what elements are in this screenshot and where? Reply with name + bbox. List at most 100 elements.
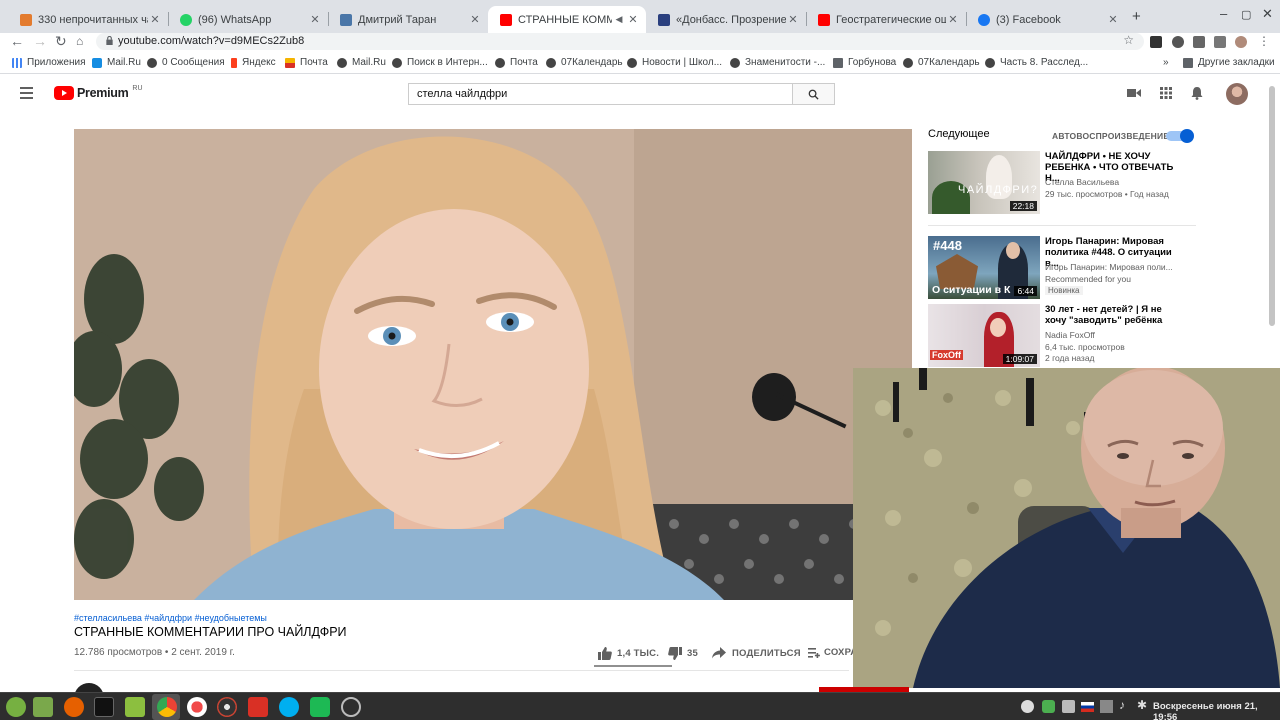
like-button[interactable]: 1,4 ТЫС. [598,647,659,660]
tab-donbass[interactable]: «Донбасс. Прозрение.» Сбор ✕ [646,6,806,33]
reload-button[interactable]: ↻ [55,33,67,50]
bookmark-item[interactable]: Почта [285,57,328,68]
close-icon[interactable]: ✕ [1106,13,1120,26]
dislike-button[interactable]: 35 [668,647,698,660]
apps-grid-icon[interactable] [1160,87,1172,99]
new-tab-button[interactable]: + [1132,8,1141,25]
close-icon[interactable]: ✕ [786,13,800,26]
minimize-button[interactable]: – [1220,6,1227,21]
tab-facebook[interactable]: (3) Facebook ✕ [966,6,1126,33]
video-thumbnail[interactable]: FoxOff 1:09:07 [928,304,1040,367]
terminal-icon[interactable] [94,697,114,717]
obs-tray-icon[interactable] [1021,700,1034,713]
youtube-premium-logo[interactable]: Premium RU [54,85,143,100]
address-bar[interactable]: youtube.com/watch?v=d9MECs2Zub8 ☆ [96,33,1144,50]
close-icon[interactable]: ✕ [946,13,960,26]
bookmark-item[interactable]: 07Календарь [546,57,623,68]
files-folder-icon[interactable] [125,697,145,717]
like-count: 1,4 ТЫС. [617,648,660,659]
bookmark-folder[interactable]: Горбунова [833,57,896,68]
channel-name[interactable]: Стелла Васильева [1045,177,1119,187]
autoplay-toggle[interactable] [1166,129,1194,143]
video-thumbnail[interactable]: ЧАЙЛДФРИ? 22:18 [928,151,1040,214]
bookmark-label: Знаменитости -... [745,57,826,68]
media-icon[interactable] [1214,36,1226,48]
extension-icon[interactable] [1172,36,1184,48]
show-desktop-icon[interactable] [33,697,53,717]
tab-youtube-active[interactable]: СТРАННЫЕ КОММЕНТАРИИ ◀ ✕ [488,6,646,33]
bookmark-apps[interactable]: Приложения [12,57,86,68]
back-button[interactable]: ← [10,33,24,50]
mail-icon [20,13,32,26]
webcam-overlay [853,368,1280,688]
bookmark-item[interactable]: Почта [495,57,538,68]
recommended-video[interactable]: ЧАЙЛДФРИ? 22:18 ЧАЙЛДФРИ • НЕ ХОЧУ РЕБЕН… [928,151,1198,214]
video-hashtags[interactable]: #стелласильева #чайлдфри #неудобныетемы [74,613,267,623]
pinwheel-app-icon[interactable] [187,697,207,717]
search-input[interactable]: стелла чайлдфри [408,83,793,105]
video-duration: 22:18 [1009,201,1037,211]
other-bookmarks-folder[interactable]: Другие закладки [1183,57,1275,68]
bookmark-star-icon[interactable]: ☆ [1123,33,1134,47]
settings-icon[interactable]: ✱ [1137,698,1150,712]
update-manager-icon[interactable] [1042,700,1055,713]
scrollbar-thumb[interactable] [1269,86,1275,326]
whatsapp-icon [180,13,192,26]
music-app-icon[interactable] [310,697,330,717]
close-icon[interactable]: ✕ [626,13,640,26]
network-icon[interactable] [1100,700,1113,713]
hamburger-menu-icon[interactable] [20,87,33,99]
bookmark-item[interactable]: Знаменитости -... [730,57,825,68]
chrome-icon[interactable] [157,697,177,717]
bookmark-label: 0 Сообщения [162,57,225,68]
video-player[interactable] [74,129,912,600]
menu-dots-icon[interactable]: ⋮ [1258,33,1270,50]
bookmark-item[interactable]: Mail.Ru [337,57,386,68]
software-center-icon[interactable] [248,697,268,717]
puzzle-icon[interactable] [1193,36,1205,48]
bookmark-item[interactable]: Часть 8. Расслед... [985,57,1088,68]
obs-icon[interactable] [341,697,361,717]
tab-mail[interactable]: 330 непрочитанных чатов ✕ [8,6,168,33]
maximize-button[interactable]: ▢ [1241,8,1251,21]
bookmark-item[interactable]: Яндекс [231,57,276,68]
channel-name[interactable]: Nadia FoxOff [1045,330,1095,340]
close-icon[interactable]: ✕ [308,13,322,26]
bookmark-item[interactable]: Mail.Ru [92,57,141,68]
search-button[interactable] [792,83,835,105]
tab-geostrategy[interactable]: Геостратегические ошибки ✕ [806,6,966,33]
bookmarks-overflow[interactable]: » [1163,57,1169,68]
recommended-video[interactable]: FoxOff 1:09:07 30 лет - нет детей? | Я н… [928,304,1198,367]
notifications-bell-icon[interactable] [1191,86,1203,100]
sound-icon[interactable]: ♪ [1119,698,1132,712]
bookmark-item[interactable]: 07Календарь [903,57,980,68]
recommended-video[interactable]: #448 О ситуации в К 6:44 Игорь Панарин: … [928,236,1198,299]
chat-tray-icon[interactable] [1062,700,1075,713]
tab-vk[interactable]: Дмитрий Таран ✕ [328,6,488,33]
forward-button[interactable]: → [33,33,47,50]
share-button[interactable]: ПОДЕЛИТЬСЯ [712,647,801,659]
tab-whatsapp[interactable]: (96) WhatsApp ✕ [168,6,328,33]
audio-icon[interactable]: ◀ [612,14,626,25]
create-video-icon[interactable] [1127,88,1141,98]
close-icon[interactable]: ✕ [468,13,482,26]
bookmark-item[interactable]: Поиск в Интерн... [392,57,488,68]
keyboard-layout-flag-icon[interactable] [1081,702,1094,712]
vk-icon [340,13,352,26]
firefox-icon[interactable] [64,697,84,717]
mint-menu-icon[interactable] [6,697,26,717]
video-thumbnail[interactable]: #448 О ситуации в К 6:44 [928,236,1040,299]
video-title[interactable]: 30 лет - нет детей? | Я не хочу "заводит… [1045,304,1185,326]
bookmark-item[interactable]: Новости | Школ... [627,57,722,68]
davinci-resolve-icon[interactable] [217,697,237,717]
profile-avatar[interactable] [1235,36,1247,48]
bookmark-item[interactable]: 0 Сообщения [147,57,225,68]
extension-icon[interactable] [1150,36,1162,48]
window-close-button[interactable]: ✕ [1262,6,1273,22]
channel-name[interactable]: Игорь Панарин: Мировая поли... [1045,262,1173,272]
skype-icon[interactable] [279,697,299,717]
thumbnail-caption: ЧАЙЛДФРИ? [958,184,1039,196]
home-button[interactable]: ⌂ [76,33,83,50]
account-avatar[interactable] [1226,83,1248,105]
close-icon[interactable]: ✕ [148,13,162,26]
